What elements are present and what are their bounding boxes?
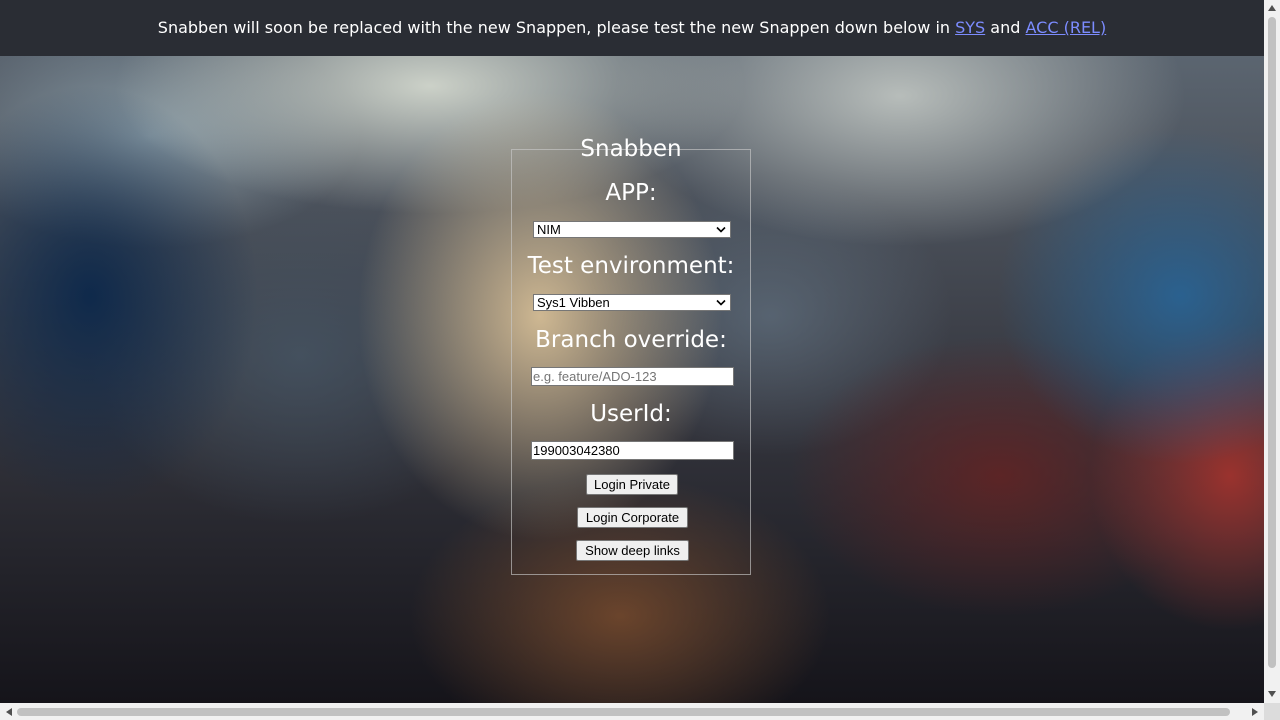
login-corporate-button[interactable]: Login Corporate [577, 507, 688, 528]
test-environment-label: Test environment: [527, 253, 735, 279]
banner-text-before: Snabben will soon be replaced with the n… [157, 18, 956, 37]
acc-rel-link[interactable]: ACC (REL) [1025, 18, 1106, 37]
vertical-scroll-thumb[interactable] [1268, 17, 1276, 668]
arrow-down-icon[interactable] [1268, 691, 1276, 697]
migration-banner: Snabben will soon be replaced with the n… [0, 0, 1264, 56]
form-title: Snabben [580, 136, 682, 162]
horizontal-scrollbar[interactable] [0, 703, 1264, 720]
horizontal-scroll-thumb[interactable] [17, 708, 1230, 716]
login-fieldset: Snabben APP: NIM Test environment: Sys1 … [511, 136, 751, 575]
app-select-value: NIM [537, 222, 561, 237]
show-deep-links-button[interactable]: Show deep links [576, 540, 689, 561]
userid-input[interactable] [531, 441, 734, 460]
page-viewport: Snabben will soon be replaced with the n… [0, 0, 1264, 703]
branch-override-input[interactable] [531, 367, 734, 386]
test-environment-select-value: Sys1 Vibben [537, 295, 610, 310]
userid-label: UserId: [590, 401, 672, 427]
login-private-button[interactable]: Login Private [586, 474, 678, 495]
fieldset-legend: Snabben [512, 134, 750, 164]
arrow-right-icon[interactable] [1252, 708, 1258, 716]
scrollbar-corner [1264, 703, 1280, 720]
arrow-up-icon[interactable] [1268, 5, 1276, 11]
arrow-left-icon[interactable] [6, 708, 12, 716]
branch-override-label: Branch override: [535, 327, 727, 353]
sys-link[interactable]: SYS [955, 18, 985, 37]
test-environment-select[interactable]: Sys1 Vibben [533, 294, 731, 311]
banner-text-middle: and [985, 18, 1026, 37]
app-label: APP: [605, 180, 657, 206]
app-select[interactable]: NIM [533, 221, 731, 238]
vertical-scrollbar[interactable] [1264, 0, 1280, 703]
chevron-down-icon [716, 226, 726, 233]
chevron-down-icon [716, 299, 726, 306]
